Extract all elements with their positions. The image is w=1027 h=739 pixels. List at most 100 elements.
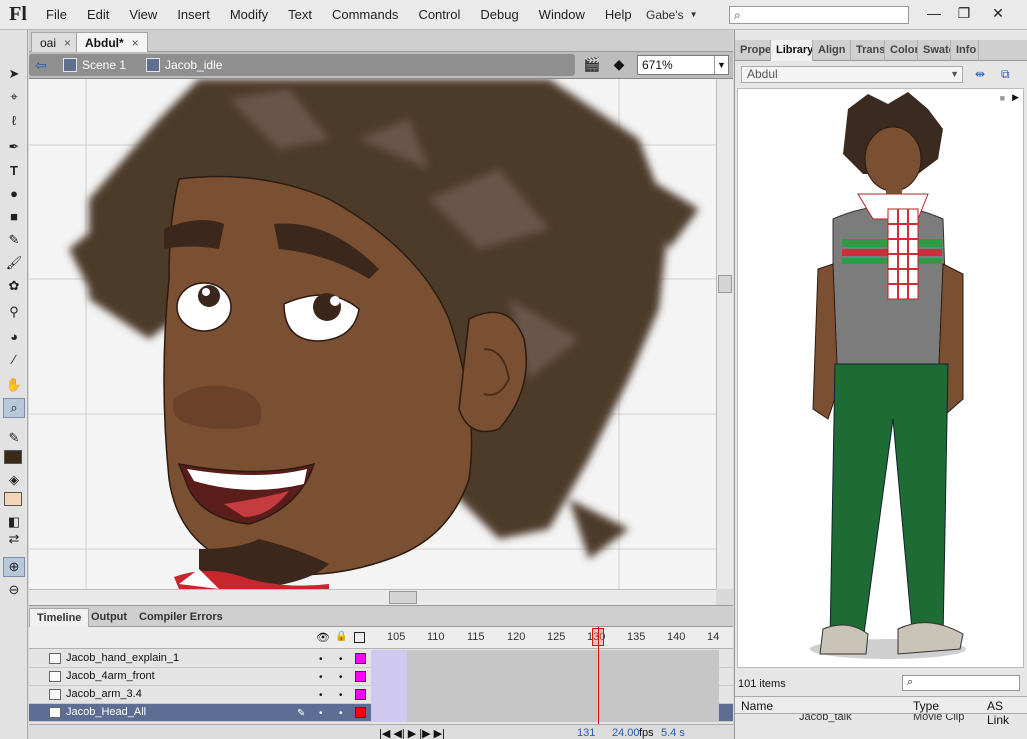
bone-tool-icon[interactable]: ⚲ — [3, 302, 25, 322]
subselection-tool-icon[interactable]: ⌖ — [3, 87, 25, 107]
back-arrow-icon[interactable]: ⇦ — [29, 57, 53, 74]
swap-colors-icon[interactable]: ⇄ — [3, 529, 25, 549]
tab-info[interactable]: Info — [951, 40, 979, 61]
preview-play-icon[interactable]: ▶ — [1012, 92, 1019, 103]
timeline-layer-row[interactable]: Jacob_arm_3.4 • • — [29, 686, 733, 704]
library-item-name: Jacob_talk — [799, 714, 852, 723]
column-name[interactable]: Name — [741, 699, 773, 713]
lock-dot[interactable]: • — [339, 654, 343, 665]
menu-view[interactable]: View — [119, 0, 167, 30]
stroke-color-icon[interactable]: ✎ — [3, 428, 25, 448]
layer-color-swatch[interactable] — [355, 707, 366, 718]
layer-color-swatch[interactable] — [355, 671, 366, 682]
zoom-out-icon[interactable]: ⊖ — [3, 580, 25, 600]
layer-frames[interactable] — [371, 668, 719, 686]
frame-number: 105 — [387, 631, 406, 643]
stage-canvas[interactable] — [29, 79, 716, 589]
close-window-button[interactable]: ✕ — [984, 2, 1012, 24]
rectangle-tool-icon[interactable]: ■ — [3, 206, 25, 226]
selection-tool-icon[interactable]: ➤ — [3, 64, 25, 84]
menu-commands[interactable]: Commands — [322, 0, 408, 30]
scrollbar-thumb[interactable] — [389, 591, 417, 604]
tab-output[interactable]: Output — [84, 608, 134, 627]
frame-rate[interactable]: 24.00 — [612, 727, 640, 739]
stage-horizontal-scrollbar[interactable] — [29, 589, 716, 605]
library-search-input[interactable]: ⌕ — [902, 675, 1020, 691]
stage-vertical-scrollbar[interactable] — [716, 79, 733, 589]
tab-timeline[interactable]: Timeline — [29, 608, 90, 627]
tab-align[interactable]: Align — [813, 40, 851, 61]
lock-dot[interactable]: • — [339, 690, 343, 701]
zoom-select[interactable]: 671% ▼ — [637, 55, 729, 75]
menu-insert[interactable]: Insert — [167, 0, 220, 30]
menu-control[interactable]: Control — [408, 0, 470, 30]
playback-controls[interactable]: |◀ ◀| ▶ |▶ ▶| — [379, 727, 445, 739]
menu-text[interactable]: Text — [278, 0, 322, 30]
fill-color-icon[interactable]: ◈ — [3, 470, 25, 490]
zoom-tool-icon[interactable]: ⌕ — [3, 398, 25, 418]
breadcrumb-scene[interactable]: Scene 1 — [53, 58, 136, 72]
frame-number: 135 — [627, 631, 646, 643]
oval-tool-icon[interactable]: ● — [3, 183, 25, 203]
pencil-tool-icon[interactable]: ✎ — [3, 230, 25, 250]
new-library-panel-icon[interactable]: ⧉ — [1001, 67, 1010, 82]
close-icon[interactable]: × — [64, 36, 71, 50]
tab-properties[interactable]: Prope — [735, 40, 771, 61]
scrollbar-thumb[interactable] — [718, 275, 732, 293]
edit-scene-icon[interactable]: 🎬 — [582, 56, 602, 74]
tab-compiler-errors[interactable]: Compiler Errors — [132, 608, 230, 627]
library-item-row[interactable]: Jacob_talk Movie Clip — [735, 714, 1027, 726]
lasso-tool-icon[interactable]: ℓ — [3, 110, 25, 130]
timeline-layer-row[interactable]: Jacob_4arm_front • • — [29, 668, 733, 686]
lock-dot[interactable]: • — [339, 672, 343, 683]
lock-dot[interactable]: • — [339, 708, 343, 719]
library-document-select[interactable]: Abdul ▼ — [741, 66, 963, 83]
menu-file[interactable]: File — [36, 0, 77, 30]
pin-icon[interactable]: ⇹ — [975, 67, 985, 81]
stroke-color-swatch[interactable] — [4, 450, 22, 464]
layer-frames[interactable] — [371, 704, 719, 722]
visibility-dot[interactable]: • — [319, 708, 323, 719]
help-search-input[interactable]: ⌕ — [729, 6, 909, 24]
tab-library[interactable]: Library — [771, 40, 813, 61]
hand-tool-icon[interactable]: ✋ — [3, 375, 25, 395]
maximize-button[interactable]: ❐ — [950, 2, 978, 24]
close-icon[interactable]: × — [132, 36, 139, 50]
edit-symbols-icon[interactable]: ◆ — [609, 56, 629, 74]
visibility-dot[interactable]: • — [319, 690, 323, 701]
breadcrumb-symbol[interactable]: Jacob_idle — [136, 58, 232, 72]
minimize-button[interactable]: — — [920, 2, 948, 24]
fill-color-swatch[interactable] — [4, 492, 22, 506]
tab-transform[interactable]: Trans — [851, 40, 885, 61]
layer-frames[interactable] — [371, 650, 719, 668]
eyedropper-icon[interactable]: ⁄ — [3, 349, 25, 369]
doc-tab-oai[interactable]: oai × — [31, 32, 81, 52]
preview-toggle-icon[interactable]: ■ — [1000, 93, 1005, 103]
text-tool-icon[interactable]: T — [3, 160, 25, 180]
menu-window[interactable]: Window — [529, 0, 595, 30]
zoom-in-icon[interactable]: ⊕ — [3, 557, 25, 577]
deco-tool-icon[interactable]: ✿ — [3, 276, 25, 296]
eye-icon[interactable]: 👁 — [316, 631, 330, 644]
lock-icon[interactable]: 🔒 — [335, 631, 347, 642]
menu-modify[interactable]: Modify — [220, 0, 278, 30]
column-type[interactable]: Type — [913, 699, 939, 713]
layer-frames[interactable] — [371, 686, 719, 704]
visibility-dot[interactable]: • — [319, 654, 323, 665]
workspace-switcher[interactable]: Gabe's ▼ — [646, 5, 698, 25]
tab-swatches[interactable]: Swatc — [918, 40, 951, 61]
pen-tool-icon[interactable]: ✒ — [3, 137, 25, 157]
paint-bucket-icon[interactable]: ◕ — [3, 326, 25, 346]
tab-color[interactable]: Color — [885, 40, 918, 61]
visibility-dot[interactable]: • — [319, 672, 323, 683]
layer-color-swatch[interactable] — [355, 689, 366, 700]
brush-tool-icon[interactable]: 🖌 — [3, 253, 25, 273]
outline-icon[interactable] — [354, 632, 365, 643]
menu-help[interactable]: Help — [595, 0, 642, 30]
menu-edit[interactable]: Edit — [77, 0, 119, 30]
timeline-layer-row[interactable]: Jacob_hand_explain_1 • • — [29, 650, 733, 668]
layer-color-swatch[interactable] — [355, 653, 366, 664]
timeline-layer-row-selected[interactable]: Jacob_Head_All ✎ • • — [29, 704, 733, 722]
doc-tab-abdul[interactable]: Abdul* × — [76, 32, 148, 52]
menu-debug[interactable]: Debug — [470, 0, 528, 30]
